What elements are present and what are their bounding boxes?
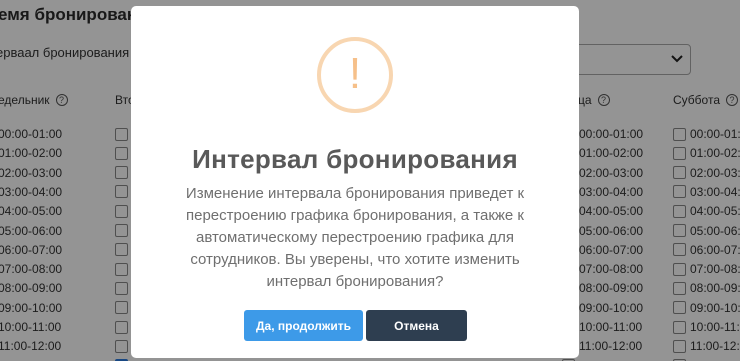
cancel-button[interactable]: Отмена	[366, 310, 467, 341]
dialog-message-line: перестроению графика бронирования, а так…	[185, 207, 524, 224]
dialog-message-line: сотрудников. Вы уверены, что хотите изме…	[190, 251, 520, 268]
warning-exclamation: !	[348, 49, 362, 98]
confirm-button[interactable]: Да, продолжить	[244, 310, 363, 341]
dialog-message-line: Изменение интервала бронирования приведе…	[185, 185, 525, 202]
confirm-dialog: ! Интервал бронирования Изменение интерв…	[131, 6, 579, 358]
dialog-title: Интервал бронирования	[192, 144, 518, 174]
dialog-message-line: интервал бронирования?	[266, 273, 444, 290]
dialog-message: Изменение интервала бронирования приведе…	[165, 183, 545, 293]
dialog-message-line: автоматическому перестроению графика для	[195, 229, 514, 246]
warning-icon: !	[317, 37, 393, 113]
